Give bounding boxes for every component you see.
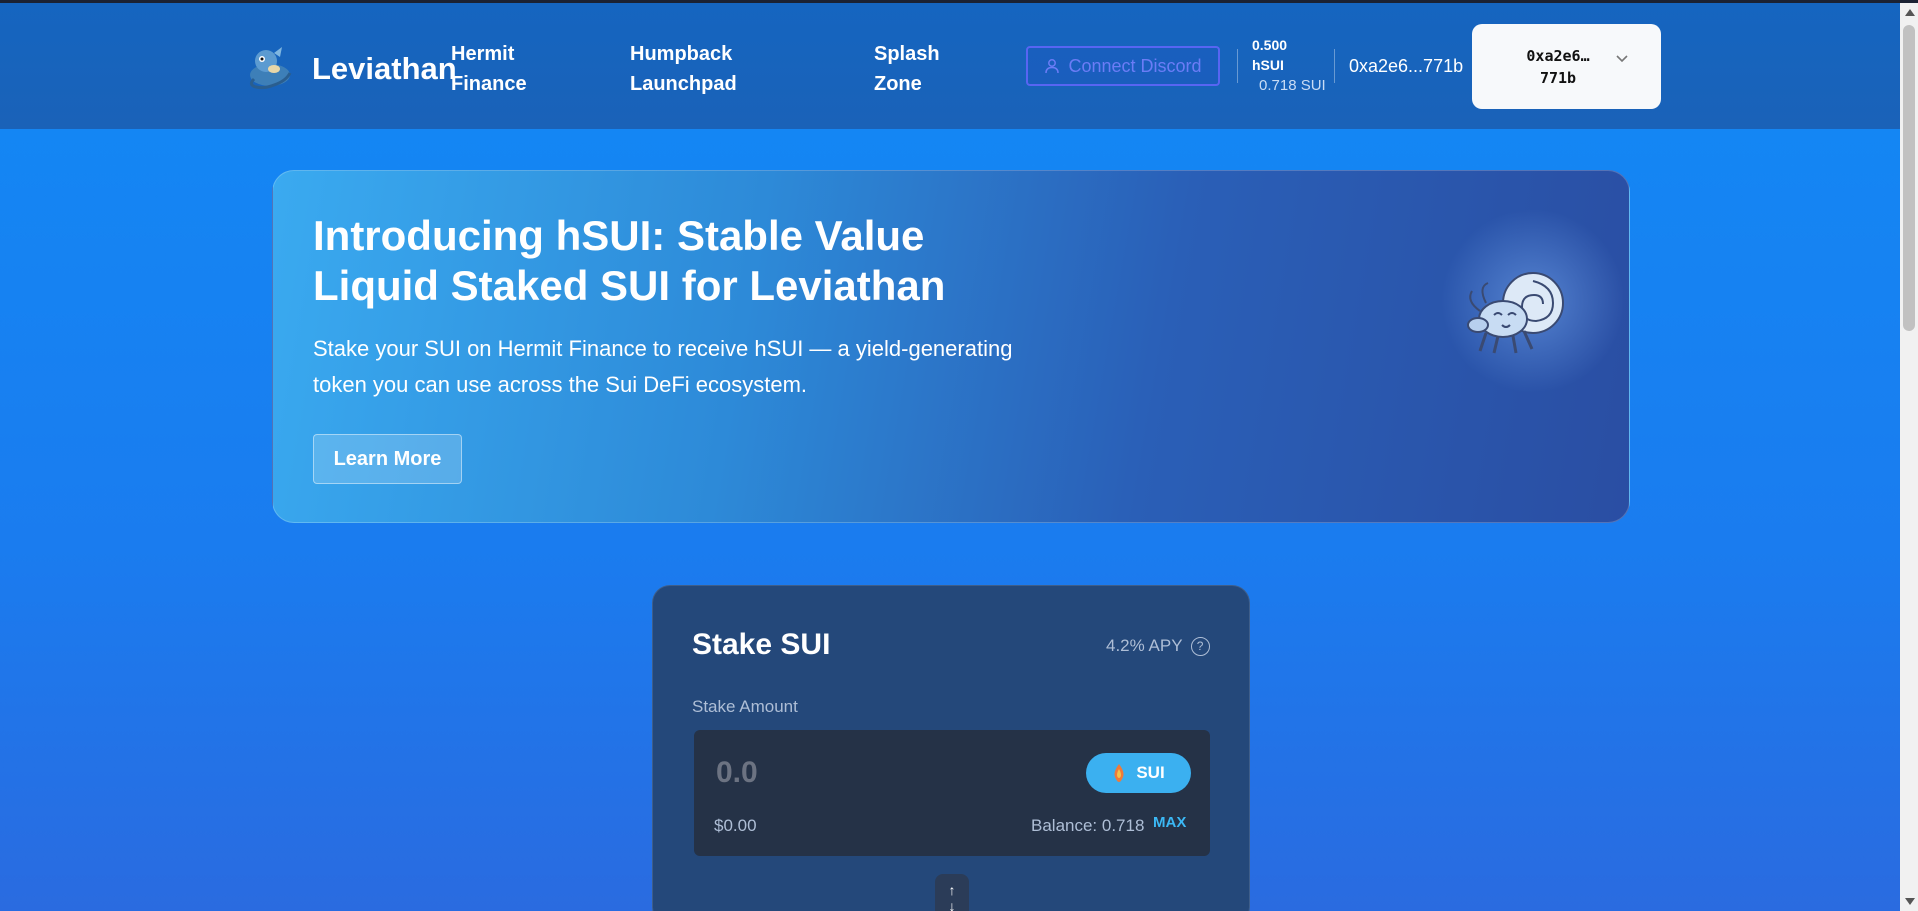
token-symbol: SUI bbox=[1136, 763, 1165, 782]
hero-subtitle: Stake your SUI on Hermit Finance to rece… bbox=[313, 336, 1013, 397]
nav-label-line2: Zone bbox=[874, 73, 922, 95]
help-icon[interactable]: ? bbox=[1190, 636, 1210, 656]
scroll-down-arrow-icon[interactable] bbox=[1905, 898, 1915, 905]
nav-label-line2: Launchpad bbox=[630, 73, 737, 95]
hero-banner: Introducing hSUI: Stable Value Liquid St… bbox=[272, 170, 1630, 523]
swap-arrows-icon[interactable]: ↑ ↓ bbox=[935, 874, 969, 911]
apy-value: 4.2% APY bbox=[1106, 636, 1183, 655]
header-divider bbox=[1237, 49, 1238, 83]
hermit-crab-illustration bbox=[1467, 272, 1564, 354]
header-divider bbox=[1334, 49, 1335, 83]
learn-more-button[interactable]: Learn More bbox=[313, 434, 462, 484]
nav-humpback-launchpad[interactable]: Humpback Launchpad bbox=[630, 39, 737, 99]
nav-hermit-finance[interactable]: Hermit Finance bbox=[451, 39, 527, 99]
user-icon bbox=[1045, 59, 1060, 74]
stake-amount-label: Stake Amount bbox=[692, 697, 798, 716]
usd-value: $0.00 bbox=[714, 816, 757, 835]
hero-title: Introducing hSUI: Stable Value Liquid St… bbox=[313, 212, 946, 309]
nav-label-line1: Splash bbox=[874, 43, 940, 65]
sui-token-icon bbox=[1114, 764, 1124, 782]
connect-discord-label: Connect Discord bbox=[1068, 55, 1202, 76]
wallet-address-line2: 771b bbox=[1539, 69, 1577, 87]
nav-splash-zone[interactable]: Splash Zone bbox=[874, 39, 940, 99]
nav-label-line1: Humpback bbox=[630, 43, 733, 65]
stake-title: Stake SUI bbox=[692, 628, 831, 661]
stake-amount-box: SUI $0.00 Balance: 0.718 MAX bbox=[694, 730, 1210, 856]
wallet-address-line1: 0xa2e6… bbox=[1526, 47, 1590, 65]
apy-display: 4.2% APY ? bbox=[1106, 636, 1210, 656]
page-scrollbar[interactable] bbox=[1900, 3, 1918, 911]
wallet-address: 0xa2e6… 771b bbox=[1518, 45, 1598, 89]
nav-label-line1: Hermit bbox=[451, 43, 515, 65]
connect-discord-button[interactable]: Connect Discord bbox=[1026, 46, 1220, 86]
hsui-balance-value: 0.500 bbox=[1252, 37, 1288, 53]
logo[interactable] bbox=[244, 45, 296, 91]
max-button[interactable]: MAX bbox=[1153, 814, 1186, 831]
sui-balance: 0.718 SUI bbox=[1259, 77, 1326, 94]
token-balance: Balance: 0.718 bbox=[1031, 816, 1145, 835]
nav-label-line2: Finance bbox=[451, 73, 527, 95]
brand-name[interactable]: Leviathan bbox=[312, 51, 457, 87]
wallet-address-short[interactable]: 0xa2e6...771b bbox=[1349, 56, 1463, 77]
stake-amount-input[interactable] bbox=[714, 752, 1018, 794]
token-select-button[interactable]: SUI bbox=[1086, 753, 1191, 793]
sea-dragon-logo-icon[interactable] bbox=[244, 45, 296, 91]
stake-card: Stake SUI 4.2% APY ? Stake Amount SUI $0… bbox=[652, 585, 1250, 911]
chevron-down-icon bbox=[1616, 55, 1628, 63]
scroll-thumb[interactable] bbox=[1903, 25, 1915, 331]
scroll-up-arrow-icon[interactable] bbox=[1905, 9, 1915, 16]
hsui-balance-unit: hSUI bbox=[1252, 57, 1284, 73]
wallet-button[interactable]: 0xa2e6… 771b bbox=[1472, 24, 1661, 109]
top-navbar: Leviathan Hermit Finance Humpback Launch… bbox=[0, 3, 1900, 129]
